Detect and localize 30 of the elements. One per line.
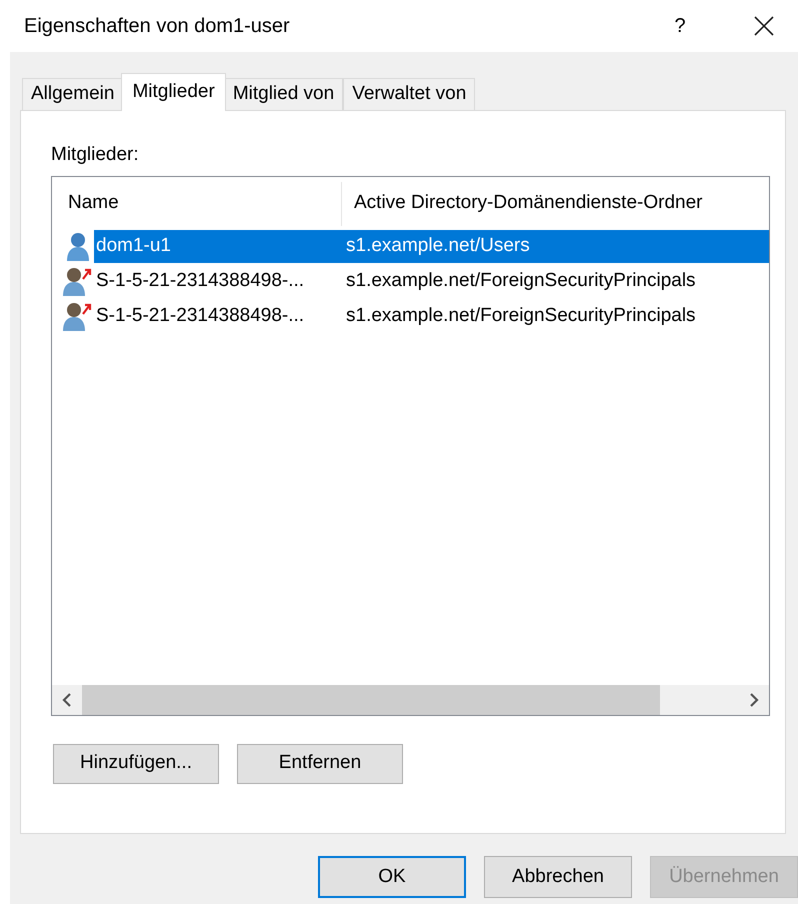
selected-row[interactable]: dom1-u1 s1.example.net/Users (94, 230, 769, 262)
list-row[interactable]: S-1-5-21-2314388498-... s1.example.net/ForeignSecurityPrincipals (94, 300, 769, 332)
scroll-right-icon[interactable] (749, 692, 759, 706)
help-button[interactable]: ? (660, 6, 700, 46)
tab[interactable]: Allgemein (22, 78, 124, 110)
user-arrow-icon (63, 301, 93, 331)
user-icon (65, 231, 91, 261)
list-row[interactable]: S-1-5-21-2314388498-... s1.example.net/ForeignSecurityPrincipals (94, 264, 769, 298)
member-name[interactable]: S-1-5-21-2314388498-... (94, 302, 346, 330)
column-header[interactable]: Name (52, 182, 342, 226)
scroll-left-icon[interactable] (62, 692, 72, 706)
dialog-button[interactable]: Abbrechen (484, 856, 632, 898)
window-title: Eigenschaften von dom1-user (24, 14, 290, 39)
members-label: Mitglieder: (51, 143, 140, 167)
tab[interactable]: Mitglieder (121, 73, 226, 111)
column-header[interactable]: Active Directory-Domänendienste-Ordner (342, 182, 702, 226)
list-button[interactable]: Hinzufügen... (53, 744, 219, 784)
member-folder[interactable]: s1.example.net/ForeignSecurityPrincipals (346, 302, 696, 330)
member-folder[interactable]: s1.example.net/Users (346, 232, 530, 260)
scroll-thumb[interactable] (82, 684, 660, 714)
tab[interactable]: Verwaltet von (343, 78, 476, 110)
member-name[interactable]: S-1-5-21-2314388498-... (94, 266, 346, 296)
member-name[interactable]: dom1-u1 (94, 232, 346, 260)
user-arrow-icon (63, 266, 93, 296)
horizontal-scrollbar[interactable] (52, 684, 769, 714)
member-folder[interactable]: s1.example.net/ForeignSecurityPrincipals (346, 266, 696, 296)
tab[interactable]: Mitglied von (224, 78, 344, 110)
dialog-button[interactable]: OK (318, 856, 466, 898)
close-icon (754, 16, 774, 36)
list-button[interactable]: Entfernen (237, 744, 403, 784)
